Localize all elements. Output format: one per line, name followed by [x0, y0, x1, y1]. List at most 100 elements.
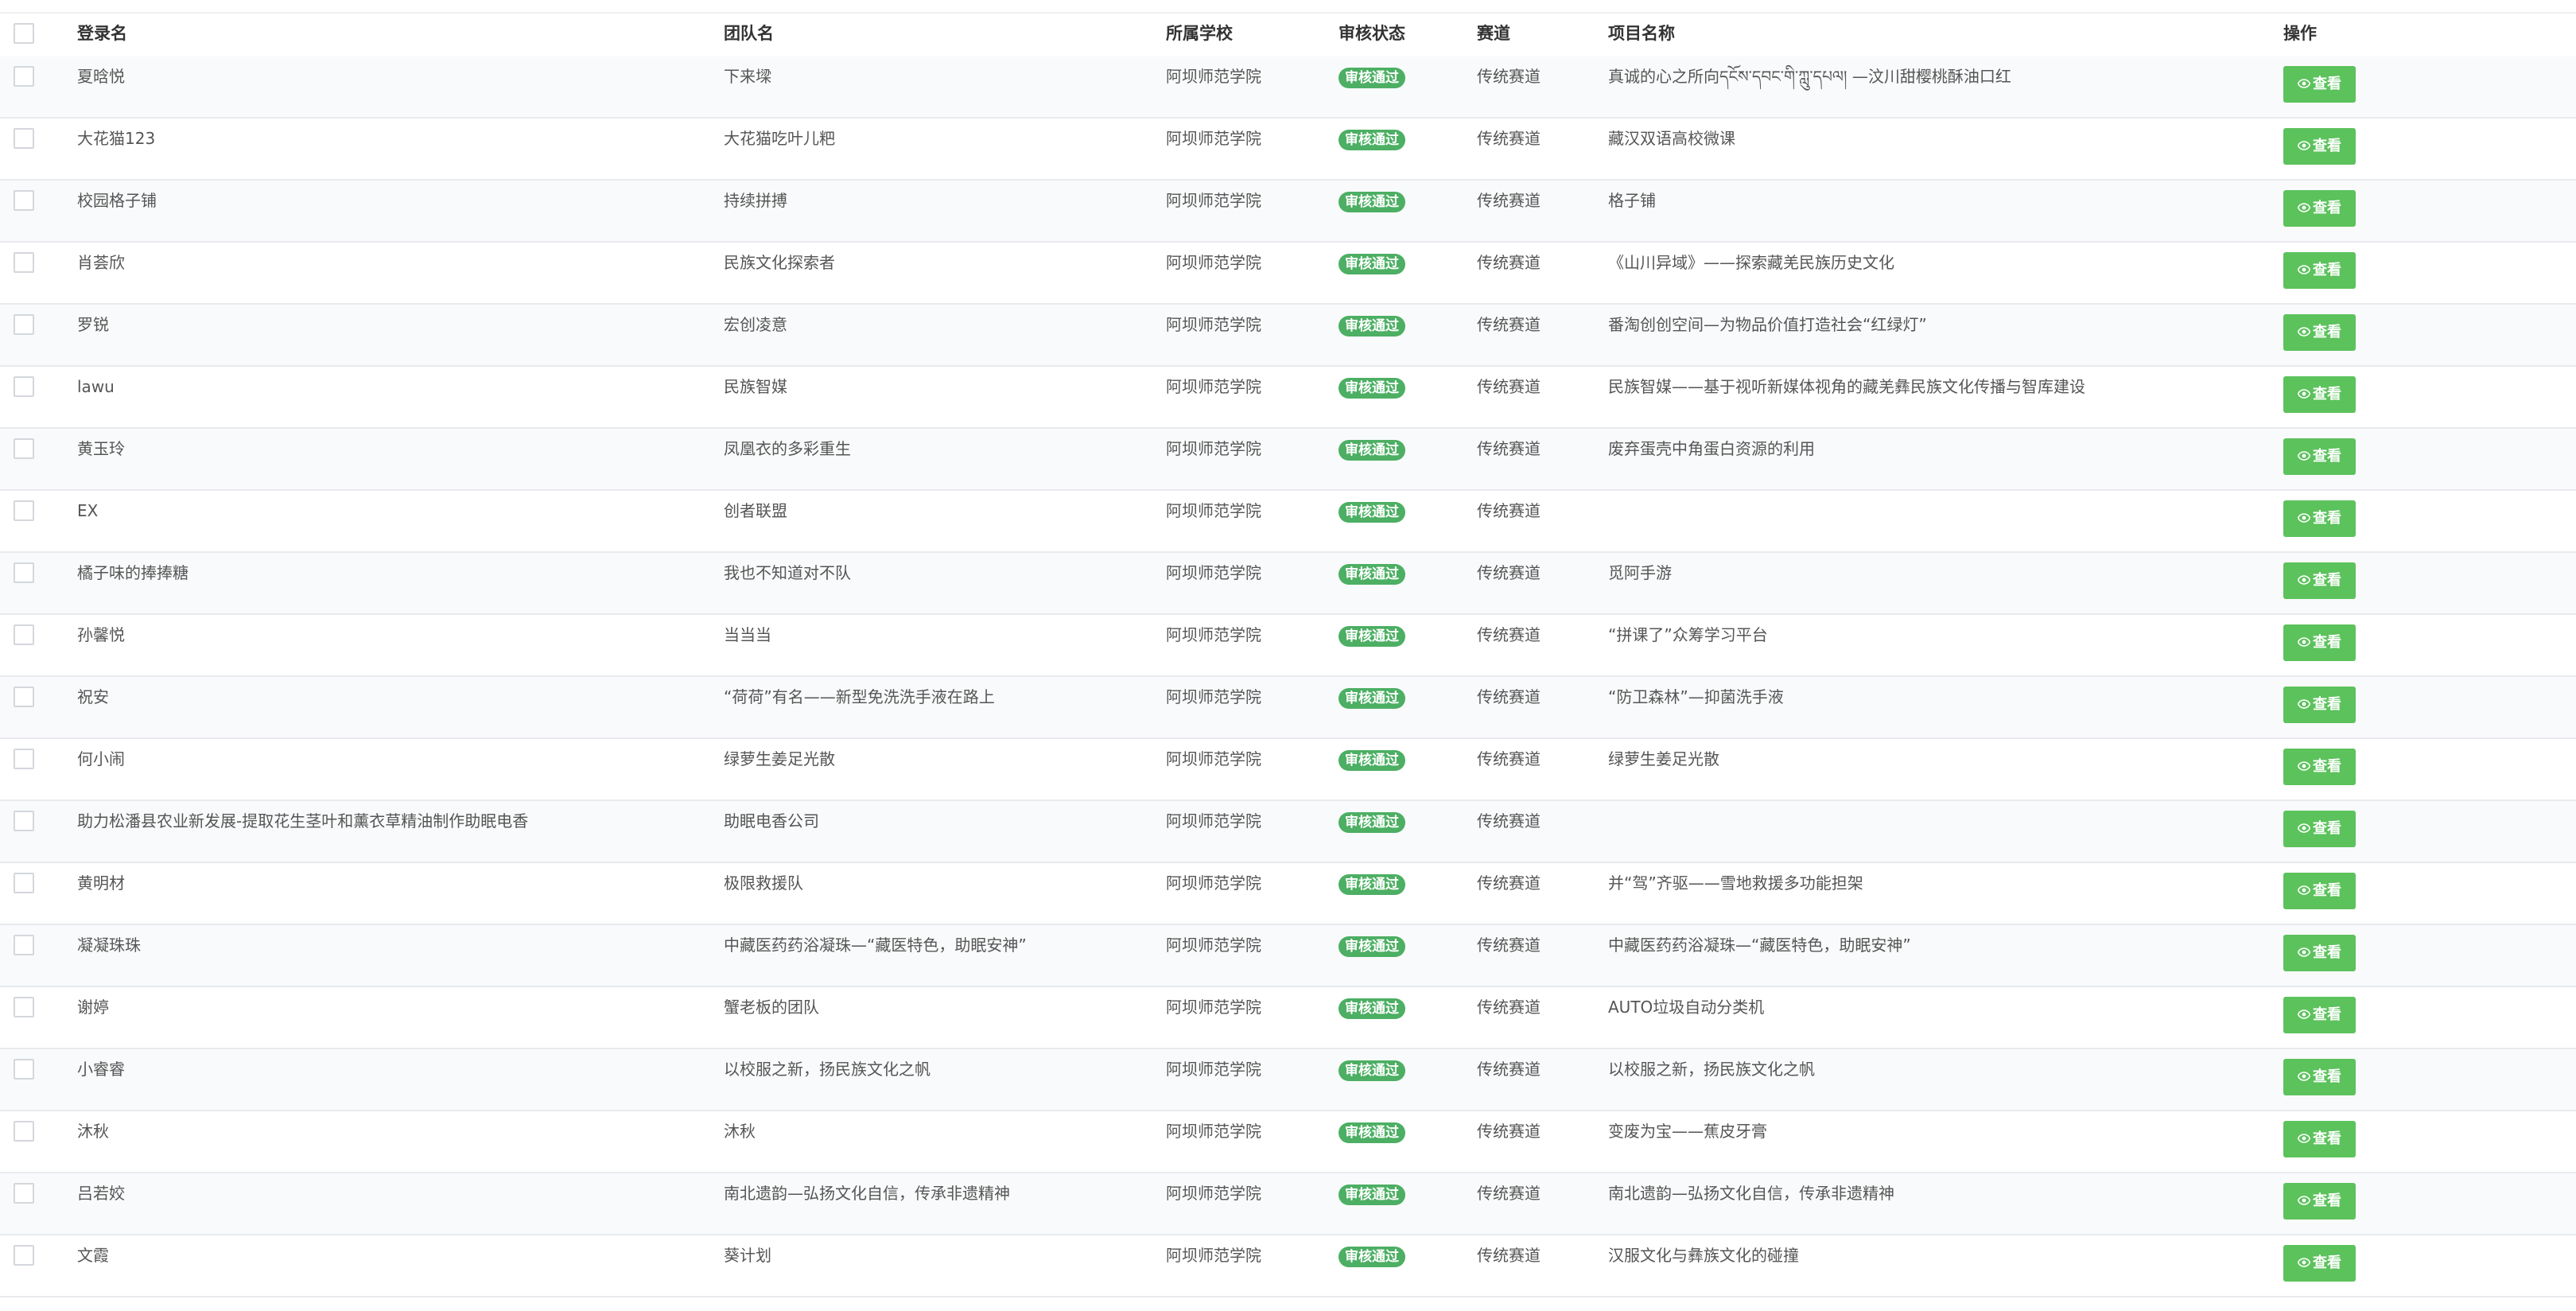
view-button[interactable]: 查看 — [2283, 438, 2356, 475]
table-row: 沐秋 沐秋 阿坝师范学院 审核通过 传统赛道 变废为宝——蕉皮牙膏 查看 — [0, 1111, 2576, 1173]
column-header-login[interactable]: 登录名 — [77, 14, 127, 56]
team-name-cell: 下来墚 — [724, 67, 771, 86]
eye-icon — [2298, 574, 2310, 585]
view-button[interactable]: 查看 — [2283, 500, 2356, 537]
project-name-cell: “拼课了”众筹学习平台 — [1608, 625, 1768, 644]
select-all-checkbox[interactable] — [14, 23, 34, 44]
view-button[interactable]: 查看 — [2283, 1183, 2356, 1220]
column-header-track[interactable]: 赛道 — [1477, 14, 1510, 56]
row-checkbox[interactable] — [14, 811, 34, 831]
school-cell: 阿坝师范学院 — [1166, 873, 1261, 893]
view-button[interactable]: 查看 — [2283, 997, 2356, 1033]
login-name-cell: 孙馨悦 — [77, 625, 125, 644]
school-cell: 阿坝师范学院 — [1166, 191, 1261, 210]
status-badge: 审核通过 — [1339, 1247, 1405, 1267]
row-checkbox[interactable] — [14, 1059, 34, 1080]
view-button-label: 查看 — [2313, 262, 2341, 278]
school-cell: 阿坝师范学院 — [1166, 1246, 1261, 1265]
school-cell: 阿坝师范学院 — [1166, 439, 1261, 458]
view-button-label: 查看 — [2313, 76, 2341, 92]
login-name-cell: 校园格子铺 — [77, 191, 157, 210]
project-name-cell: “防卫森林”—抑菌洗手液 — [1608, 687, 1784, 706]
row-checkbox[interactable] — [14, 66, 34, 87]
login-name-cell: 罗锐 — [77, 315, 109, 334]
school-cell: 阿坝师范学院 — [1166, 1184, 1261, 1203]
view-button[interactable]: 查看 — [2283, 624, 2356, 661]
eye-icon — [2298, 636, 2310, 647]
row-checkbox[interactable] — [14, 128, 34, 149]
row-checkbox[interactable] — [14, 624, 34, 645]
school-cell: 阿坝师范学院 — [1166, 749, 1261, 768]
row-checkbox[interactable] — [14, 873, 34, 893]
track-cell: 传统赛道 — [1477, 377, 1541, 396]
project-name-cell: 并“驾”齐驱——雪地救援多功能担架 — [1608, 873, 1863, 893]
login-name-cell: 吕若姣 — [77, 1184, 125, 1203]
view-button[interactable]: 查看 — [2283, 1121, 2356, 1157]
data-table: 登录名 团队名 所属学校 审核状态 赛道 项目名称 操作 夏晗悦 下来墚 阿坝师范学… — [0, 0, 2576, 1311]
row-checkbox[interactable] — [14, 1245, 34, 1266]
view-button[interactable]: 查看 — [2283, 1059, 2356, 1095]
row-checkbox[interactable] — [14, 562, 34, 583]
view-button[interactable]: 查看 — [2283, 1245, 2356, 1282]
eye-icon — [2298, 78, 2310, 88]
row-checkbox[interactable] — [14, 935, 34, 955]
row-checkbox[interactable] — [14, 376, 34, 397]
row-checkbox[interactable] — [14, 687, 34, 707]
track-cell: 传统赛道 — [1477, 936, 1541, 955]
column-header-team[interactable]: 团队名 — [724, 14, 774, 56]
track-cell: 传统赛道 — [1477, 253, 1541, 272]
view-button[interactable]: 查看 — [2283, 935, 2356, 971]
view-button[interactable]: 查看 — [2283, 811, 2356, 847]
status-badge: 审核通过 — [1339, 688, 1405, 709]
login-name-cell: lawu — [77, 377, 115, 396]
column-header-school[interactable]: 所属学校 — [1166, 14, 1233, 56]
status-badge: 审核通过 — [1339, 502, 1405, 523]
view-button[interactable]: 查看 — [2283, 252, 2356, 289]
row-checkbox[interactable] — [14, 314, 34, 335]
eye-icon — [2298, 823, 2310, 833]
track-cell: 传统赛道 — [1477, 563, 1541, 582]
view-button-label: 查看 — [2313, 200, 2341, 216]
column-header-status[interactable]: 审核状态 — [1339, 14, 1405, 56]
view-button-label: 查看 — [2313, 448, 2341, 465]
eye-icon — [2298, 1133, 2310, 1143]
row-checkbox[interactable] — [14, 1121, 34, 1142]
view-button-label: 查看 — [2313, 138, 2341, 154]
column-header-project[interactable]: 项目名称 — [1608, 14, 1675, 56]
view-button[interactable]: 查看 — [2283, 128, 2356, 165]
login-name-cell: 文霞 — [77, 1246, 109, 1265]
view-button[interactable]: 查看 — [2283, 314, 2356, 351]
track-cell: 传统赛道 — [1477, 811, 1541, 831]
school-cell: 阿坝师范学院 — [1166, 377, 1261, 396]
view-button[interactable]: 查看 — [2283, 749, 2356, 785]
view-button[interactable]: 查看 — [2283, 376, 2356, 413]
row-checkbox[interactable] — [14, 997, 34, 1017]
row-checkbox[interactable] — [14, 190, 34, 211]
view-button[interactable]: 查看 — [2283, 562, 2356, 599]
row-checkbox[interactable] — [14, 252, 34, 273]
track-cell: 传统赛道 — [1477, 501, 1541, 520]
school-cell: 阿坝师范学院 — [1166, 253, 1261, 272]
row-checkbox[interactable] — [14, 500, 34, 521]
project-name-cell: 藏汉双语高校微课 — [1608, 129, 1735, 148]
table-row: 黄明材 极限救援队 阿坝师范学院 审核通过 传统赛道 并“驾”齐驱——雪地救援多功能担架 查… — [0, 863, 2576, 925]
view-button-label: 查看 — [2313, 758, 2341, 775]
table-row: 文霞 葵计划 阿坝师范学院 审核通过 传统赛道 汉服文化与彝族文化的碰撞 查看 — [0, 1235, 2576, 1297]
row-checkbox[interactable] — [14, 749, 34, 769]
view-button[interactable]: 查看 — [2283, 66, 2356, 103]
row-checkbox[interactable] — [14, 438, 34, 459]
project-name-cell: 变废为宝——蕉皮牙膏 — [1608, 1122, 1767, 1141]
status-badge: 审核通过 — [1339, 812, 1405, 833]
team-name-cell: 民族智媒 — [724, 377, 787, 396]
team-name-cell: 葵计划 — [724, 1246, 771, 1265]
view-button[interactable]: 查看 — [2283, 687, 2356, 723]
project-name-cell: 民族智媒——基于视听新媒体视角的藏羌彝民族文化传播与智库建设 — [1608, 377, 2085, 396]
row-checkbox[interactable] — [14, 1183, 34, 1204]
team-name-cell: “荷荷”有名——新型免洗洗手液在路上 — [724, 687, 995, 706]
table-header: 登录名 团队名 所属学校 审核状态 赛道 项目名称 操作 — [0, 14, 2576, 58]
view-button-label: 查看 — [2313, 1192, 2341, 1209]
view-button[interactable]: 查看 — [2283, 190, 2356, 227]
login-name-cell: 助力松潘县农业新发展-提取花生茎叶和薰衣草精油制作助眠电香 — [77, 811, 529, 831]
login-name-cell: 肖荟欣 — [77, 253, 125, 272]
view-button[interactable]: 查看 — [2283, 873, 2356, 909]
